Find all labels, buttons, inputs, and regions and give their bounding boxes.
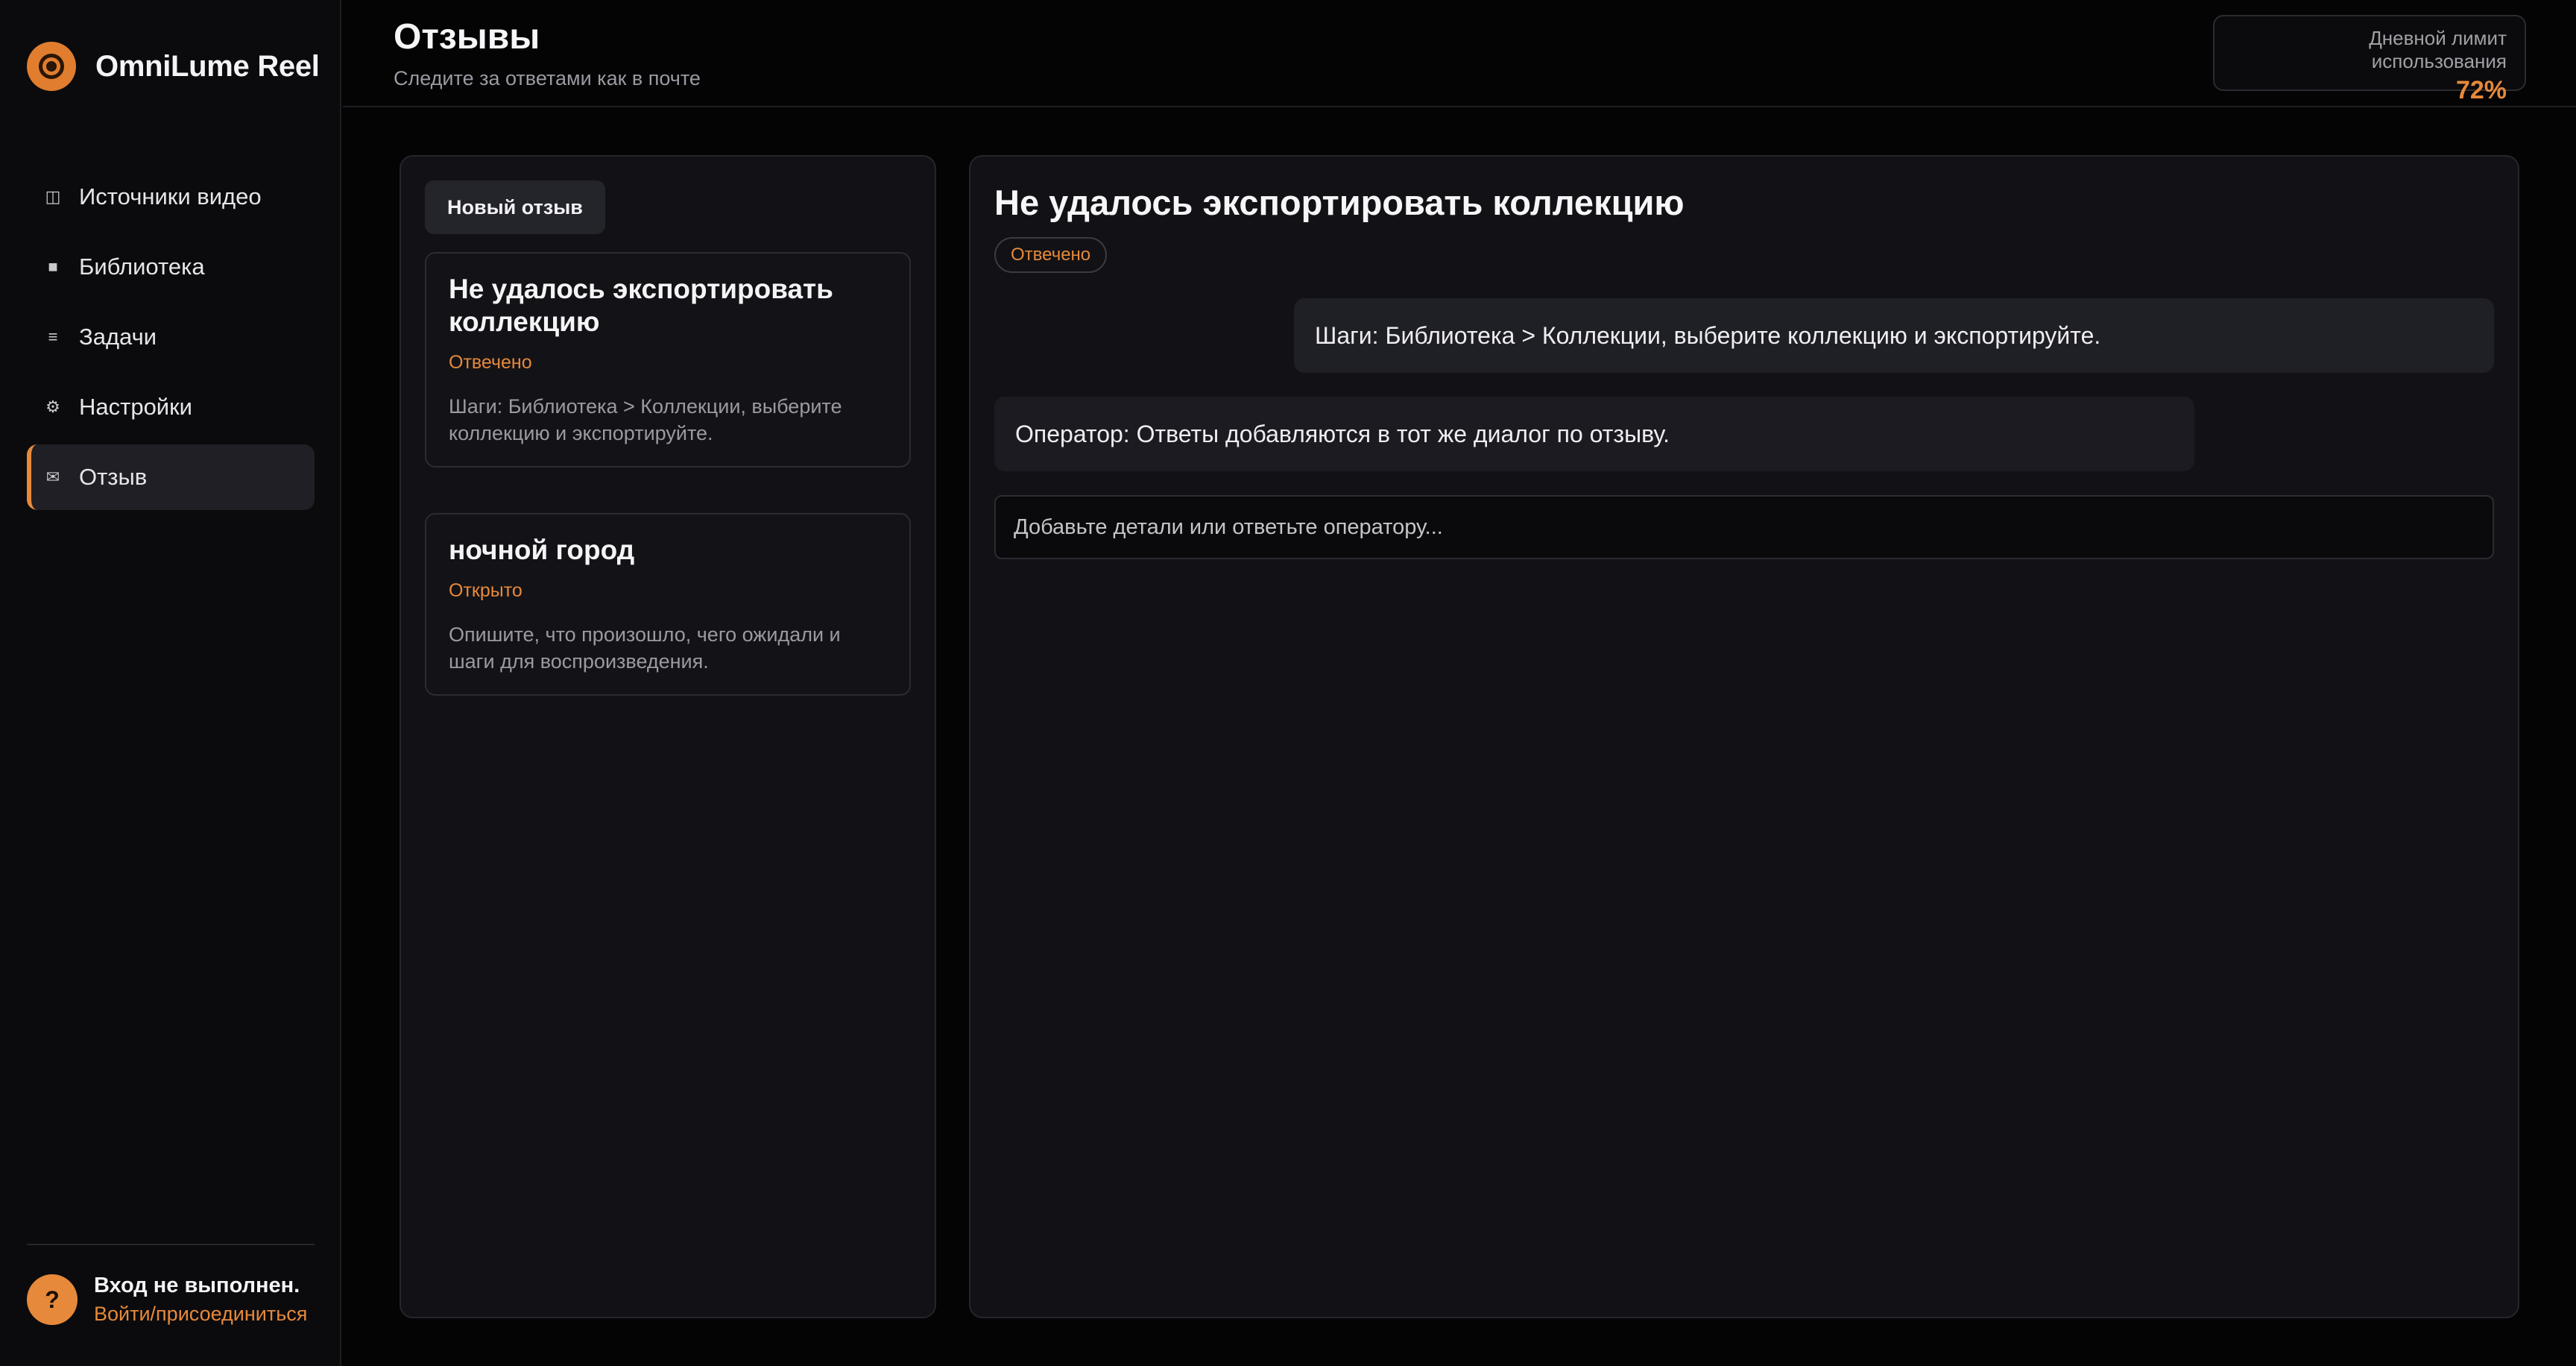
- reply-input[interactable]: [994, 495, 2494, 559]
- sidebar-item-settings[interactable]: ⚙ Настройки: [27, 374, 315, 440]
- avatar[interactable]: ?: [27, 1274, 78, 1325]
- login-link[interactable]: Войти/присоединиться: [94, 1303, 307, 1326]
- ticket-card[interactable]: Не удалось экспортировать коллекцию Отве…: [425, 252, 911, 468]
- square-icon: ■: [48, 257, 58, 276]
- status-badge: Отвечено: [994, 237, 1108, 273]
- ticket-snippet: Шаги: Библиотека > Коллекции, выберите к…: [449, 395, 842, 444]
- brand[interactable]: OmniLume Reel: [27, 42, 320, 91]
- page-title: Отзывы: [394, 17, 540, 57]
- page-header: Отзывы Следите за ответами как в почте Д…: [343, 0, 2576, 107]
- page-subtitle: Следите за ответами как в почте: [394, 67, 701, 89]
- sidebar-item-library[interactable]: ■ Библиотека: [27, 234, 315, 300]
- detail-title: Не удалось экспортировать коллекцию: [994, 183, 1685, 222]
- envelope-icon: ✉: [45, 468, 60, 486]
- ticket-status: Открыто: [449, 580, 523, 601]
- ticket-card[interactable]: ночной город Открыто Опишите, что произо…: [425, 513, 911, 696]
- sidebar-item-label: Библиотека: [79, 254, 205, 280]
- usage-limit-card: Дневной лимит использования 72%: [2213, 15, 2526, 104]
- ticket-list-panel: Новый отзыв Не удалось экспортировать ко…: [400, 155, 936, 1318]
- ticket-snippet: Опишите, что произошло, чего ожидали и ш…: [449, 623, 841, 673]
- message-text: Шаги: Библиотека > Коллекции, выберите к…: [1315, 321, 2101, 349]
- usage-limit-value: 72%: [2455, 76, 2507, 104]
- ticket-title: ночной город: [449, 535, 635, 565]
- film-reel-icon: [27, 42, 76, 91]
- sidebar-item-label: Источники видео: [79, 183, 262, 210]
- sidebar-item-feedback[interactable]: ✉ Отзыв: [27, 444, 315, 510]
- sidebar-divider: [27, 1244, 315, 1245]
- sidebar-item-label: Отзыв: [79, 464, 148, 490]
- sidebar-nav: ◫ Источники видео ■ Библиотека ≡ Задачи …: [27, 164, 315, 514]
- new-feedback-button[interactable]: Новый отзыв: [425, 180, 605, 234]
- sidebar-item-video-sources[interactable]: ◫ Источники видео: [27, 164, 315, 230]
- ticket-detail-panel: Не удалось экспортировать коллекцию Отве…: [969, 155, 2519, 1318]
- list-icon: ≡: [48, 327, 58, 346]
- operator-message: Оператор: Ответы добавляются в тот же ди…: [994, 397, 2194, 471]
- sidebar-item-label: Настройки: [79, 394, 193, 420]
- ticket-status: Отвечено: [449, 352, 532, 373]
- app-name: OmniLume Reel: [95, 49, 320, 83]
- user-block: ? Вход не выполнен. Войти/присоединиться: [27, 1274, 307, 1326]
- message-text: Оператор: Ответы добавляются в тот же ди…: [1015, 420, 1670, 447]
- user-message: Шаги: Библиотека > Коллекции, выберите к…: [1294, 298, 2494, 373]
- login-status: Вход не выполнен.: [94, 1274, 300, 1297]
- sidebar-item-label: Задачи: [79, 324, 157, 350]
- usage-limit-label: Дневной лимит использования: [2369, 27, 2507, 72]
- sidebar-item-tasks[interactable]: ≡ Задачи: [27, 304, 315, 370]
- columns-icon: ◫: [45, 187, 61, 206]
- gear-icon: ⚙: [45, 397, 60, 416]
- sidebar: OmniLume Reel ◫ Источники видео ■ Библио…: [0, 0, 341, 1366]
- ticket-title: Не удалось экспортировать коллекцию: [449, 274, 833, 337]
